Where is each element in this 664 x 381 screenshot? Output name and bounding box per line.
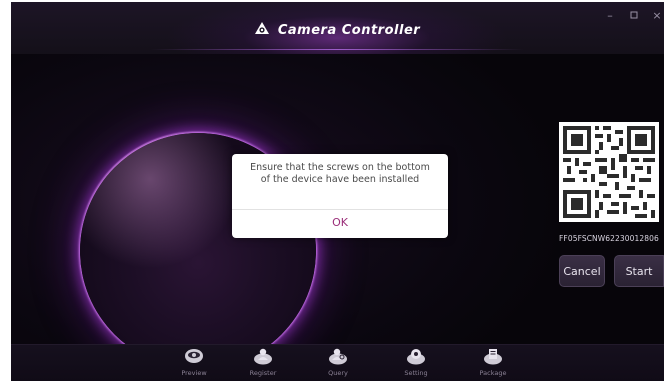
nav-package[interactable]: Package (466, 347, 520, 381)
nav-setting-label: Setting (404, 369, 428, 377)
package-icon (483, 347, 503, 365)
camera-logo-icon (254, 22, 269, 39)
nav-register[interactable]: Register (236, 347, 290, 381)
app-title: Camera Controller (277, 23, 421, 38)
eye-icon (184, 347, 204, 365)
user-search-icon (328, 347, 348, 365)
start-button[interactable]: Start (614, 255, 664, 287)
title-bar: Camera Controller – × (11, 2, 664, 54)
cancel-button[interactable]: Cancel (559, 255, 605, 287)
maximize-icon (630, 11, 638, 19)
close-button[interactable]: × (650, 10, 664, 22)
nav-query[interactable]: Query (311, 347, 365, 381)
app-brand: Camera Controller (11, 22, 664, 39)
nav-register-label: Register (249, 369, 277, 377)
nav-preview[interactable]: Preview (167, 347, 221, 381)
user-icon (253, 347, 273, 365)
app-window: Camera Controller – × FF05FSCNW622300128… (11, 2, 664, 381)
bottom-nav: Preview Register Query Setting Package (11, 344, 664, 381)
minimize-button[interactable]: – (603, 10, 617, 22)
gear-icon (406, 347, 426, 365)
nav-package-label: Package (479, 369, 507, 377)
device-serial: FF05FSCNW62230012806 (559, 234, 659, 243)
dialog-message: Ensure that the screws on the bottom of … (250, 162, 430, 185)
maximize-button[interactable] (627, 10, 641, 22)
qr-code-icon (563, 126, 655, 218)
nav-setting[interactable]: Setting (389, 347, 443, 381)
confirm-dialog: Ensure that the screws on the bottom of … (232, 154, 448, 238)
nav-preview-label: Preview (181, 369, 207, 377)
ok-button[interactable]: OK (232, 210, 448, 238)
qr-code (559, 122, 659, 222)
nav-query-label: Query (328, 369, 348, 377)
